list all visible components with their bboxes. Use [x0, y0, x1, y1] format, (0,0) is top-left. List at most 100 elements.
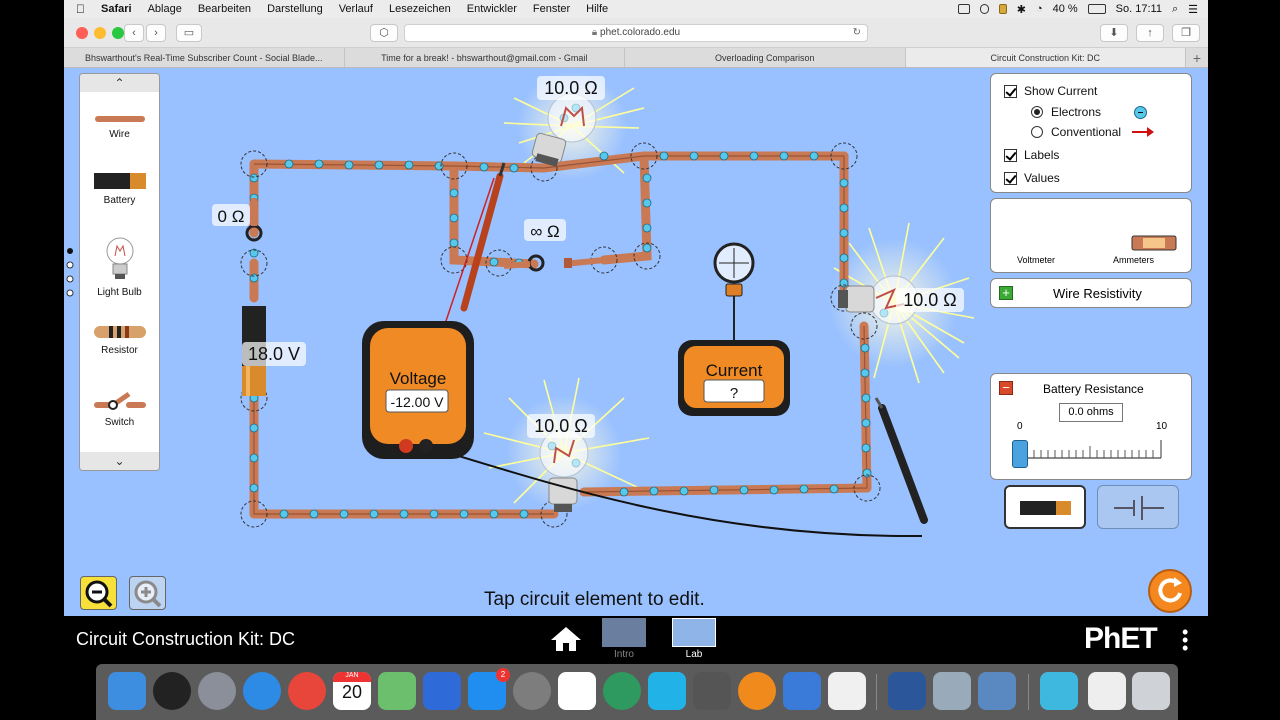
- wire-resistivity-panel[interactable]: + Wire Resistivity: [990, 278, 1192, 308]
- conventional-radio[interactable]: Conventional: [1031, 125, 1121, 139]
- maps-icon[interactable]: [378, 672, 416, 710]
- screen-indicator-dots[interactable]: [66, 248, 74, 297]
- zoom-out-icon: [85, 580, 113, 608]
- downloads-icon[interactable]: [1040, 672, 1078, 710]
- sensor-toolbox: Voltmeter Ammeters: [990, 198, 1192, 273]
- labels-checkbox[interactable]: Labels: [1004, 148, 1059, 162]
- tab-socialblade[interactable]: Bhswarthout's Real-Time Subscriber Count…: [64, 48, 345, 67]
- siri-icon[interactable]: [153, 672, 191, 710]
- new-tab-button[interactable]: +: [1186, 48, 1208, 67]
- phet-menu-icon[interactable]: • • •: [1182, 623, 1188, 657]
- zoom-window-icon[interactable]: [112, 27, 124, 39]
- screen-recorder-icon[interactable]: [558, 672, 596, 710]
- menu-bearbeiten[interactable]: Bearbeiten: [190, 3, 259, 15]
- calendar-icon[interactable]: JAN 20: [333, 672, 371, 710]
- close-window-icon[interactable]: [76, 27, 88, 39]
- menu-lesezeichen[interactable]: Lesezeichen: [381, 3, 459, 15]
- tab-overview-button[interactable]: ❐: [1172, 24, 1200, 42]
- battery-resistance-slider-thumb[interactable]: [1012, 440, 1028, 468]
- toolbox-scroll-up-button[interactable]: ⌃: [80, 74, 159, 92]
- photo-booth-icon[interactable]: [693, 672, 731, 710]
- values-checkbox[interactable]: Values: [1004, 171, 1060, 185]
- app-store-icon[interactable]: 2: [468, 668, 510, 710]
- back-button[interactable]: ‹: [124, 24, 144, 42]
- toolbox-wire[interactable]: Wire: [80, 114, 159, 140]
- trash-icon[interactable]: [1132, 672, 1170, 710]
- tab-circuit-kit[interactable]: Circuit Construction Kit: DC: [905, 48, 1186, 67]
- downloads-button[interactable]: ⬇: [1100, 24, 1128, 42]
- screen-intro-button[interactable]: Intro: [602, 618, 646, 660]
- zoom-out-button[interactable]: [80, 576, 117, 610]
- battery-percent[interactable]: 40 %: [1053, 3, 1078, 15]
- menu-verlauf[interactable]: Verlauf: [331, 3, 381, 15]
- phet-logo[interactable]: PhET: [1084, 622, 1158, 656]
- simulation-area[interactable]: 10.0 Ω 10.0 Ω 10.0 Ω 0 Ω ∞ Ω 18.0 V Volt…: [64, 68, 1208, 616]
- books-icon[interactable]: [738, 672, 776, 710]
- address-bar[interactable]: 🔒︎ phet.colorado.edu ↻: [404, 24, 868, 42]
- apple-icon[interactable]: : [64, 2, 93, 16]
- sketch-icon[interactable]: [933, 672, 971, 710]
- schematic-battery-button[interactable]: [1097, 485, 1179, 529]
- switch-open[interactable]: [503, 254, 605, 272]
- toolbox-switch[interactable]: Switch: [80, 390, 159, 428]
- word-icon[interactable]: [888, 672, 926, 710]
- chrome-icon[interactable]: [288, 672, 326, 710]
- tab-gmail[interactable]: Time for a break! - bhswarthout@gmail.co…: [345, 48, 625, 67]
- toolbox-resistor[interactable]: Resistor: [80, 324, 159, 356]
- clock[interactable]: So. 17:11: [1116, 3, 1162, 15]
- wifi-icon[interactable]: ◔: [1036, 3, 1043, 15]
- toolbox-light-bulb[interactable]: Light Bulb: [80, 236, 159, 298]
- xcode-icon[interactable]: [783, 672, 821, 710]
- toolbox-battery[interactable]: Battery: [80, 172, 159, 206]
- reset-all-button[interactable]: [1148, 569, 1192, 613]
- menu-ablage[interactable]: Ablage: [140, 3, 190, 15]
- safari-icon[interactable]: [243, 672, 281, 710]
- menu-app-name[interactable]: Safari: [93, 3, 140, 15]
- atom-icon[interactable]: [603, 672, 641, 710]
- light-bulb-icon: [106, 237, 133, 279]
- menu-darstellung[interactable]: Darstellung: [259, 3, 331, 15]
- preview-icon[interactable]: [828, 672, 866, 710]
- launchpad-icon[interactable]: [198, 672, 236, 710]
- zoom-in-icon: [134, 580, 162, 608]
- keynote-icon[interactable]: [423, 672, 461, 710]
- battery-icon[interactable]: [1087, 4, 1106, 14]
- wire-resistivity-label: Wire Resistivity: [1053, 286, 1142, 301]
- home-button[interactable]: [550, 626, 582, 657]
- privacy-report-button[interactable]: ⬡: [370, 24, 398, 42]
- ammeter-tool-icon[interactable]: [1131, 235, 1177, 251]
- codeshot-icon[interactable]: [648, 672, 686, 710]
- shield-icon[interactable]: [979, 4, 989, 14]
- spotlight-icon[interactable]: ⌕: [1172, 3, 1178, 16]
- menu-hilfe[interactable]: Hilfe: [578, 3, 616, 15]
- current-display-panel: Show Current Electrons Conventional Labe…: [990, 73, 1192, 193]
- show-current-checkbox[interactable]: Show Current: [1004, 84, 1097, 98]
- share-button[interactable]: ↑: [1136, 24, 1164, 42]
- zoom-in-button[interactable]: [129, 576, 166, 610]
- voltmeter-body[interactable]: [362, 321, 474, 459]
- screen-lab-button[interactable]: Lab: [672, 618, 716, 660]
- realistic-battery-button[interactable]: [1004, 485, 1086, 529]
- menu-fenster[interactable]: Fenster: [525, 3, 578, 15]
- webloc-icon[interactable]: [1088, 672, 1126, 710]
- toolbox-scroll-down-button[interactable]: ⌄: [80, 452, 159, 470]
- norton-icon[interactable]: [998, 4, 1007, 14]
- hint-text: Tap circuit element to edit.: [484, 589, 705, 610]
- electrons-radio[interactable]: Electrons: [1031, 105, 1101, 119]
- forward-button[interactable]: ›: [146, 24, 166, 42]
- tab-overloading[interactable]: Overloading Comparison: [625, 48, 906, 67]
- bluetooth-icon[interactable]: ✱: [1017, 3, 1026, 16]
- photos-icon[interactable]: [978, 672, 1016, 710]
- safari-toolbar: ‹ › ▭ ⬡ 🔒︎ phet.colorado.edu ↻ ⬇ ↑ ❐: [64, 18, 1208, 48]
- minimize-window-icon[interactable]: [94, 27, 106, 39]
- reload-icon[interactable]: ↻: [853, 25, 861, 41]
- expand-icon[interactable]: +: [999, 286, 1013, 300]
- finder-icon[interactable]: [108, 672, 146, 710]
- sidebar-button[interactable]: ▭: [176, 24, 202, 42]
- system-preferences-icon[interactable]: [513, 672, 551, 710]
- menu-entwickler[interactable]: Entwickler: [459, 3, 525, 15]
- voltmeter-reading: -12.00 V: [391, 394, 445, 410]
- control-center-icon[interactable]: ☰: [1188, 3, 1198, 16]
- collapse-icon[interactable]: −: [999, 381, 1013, 395]
- screen-mirror-icon[interactable]: [957, 4, 970, 14]
